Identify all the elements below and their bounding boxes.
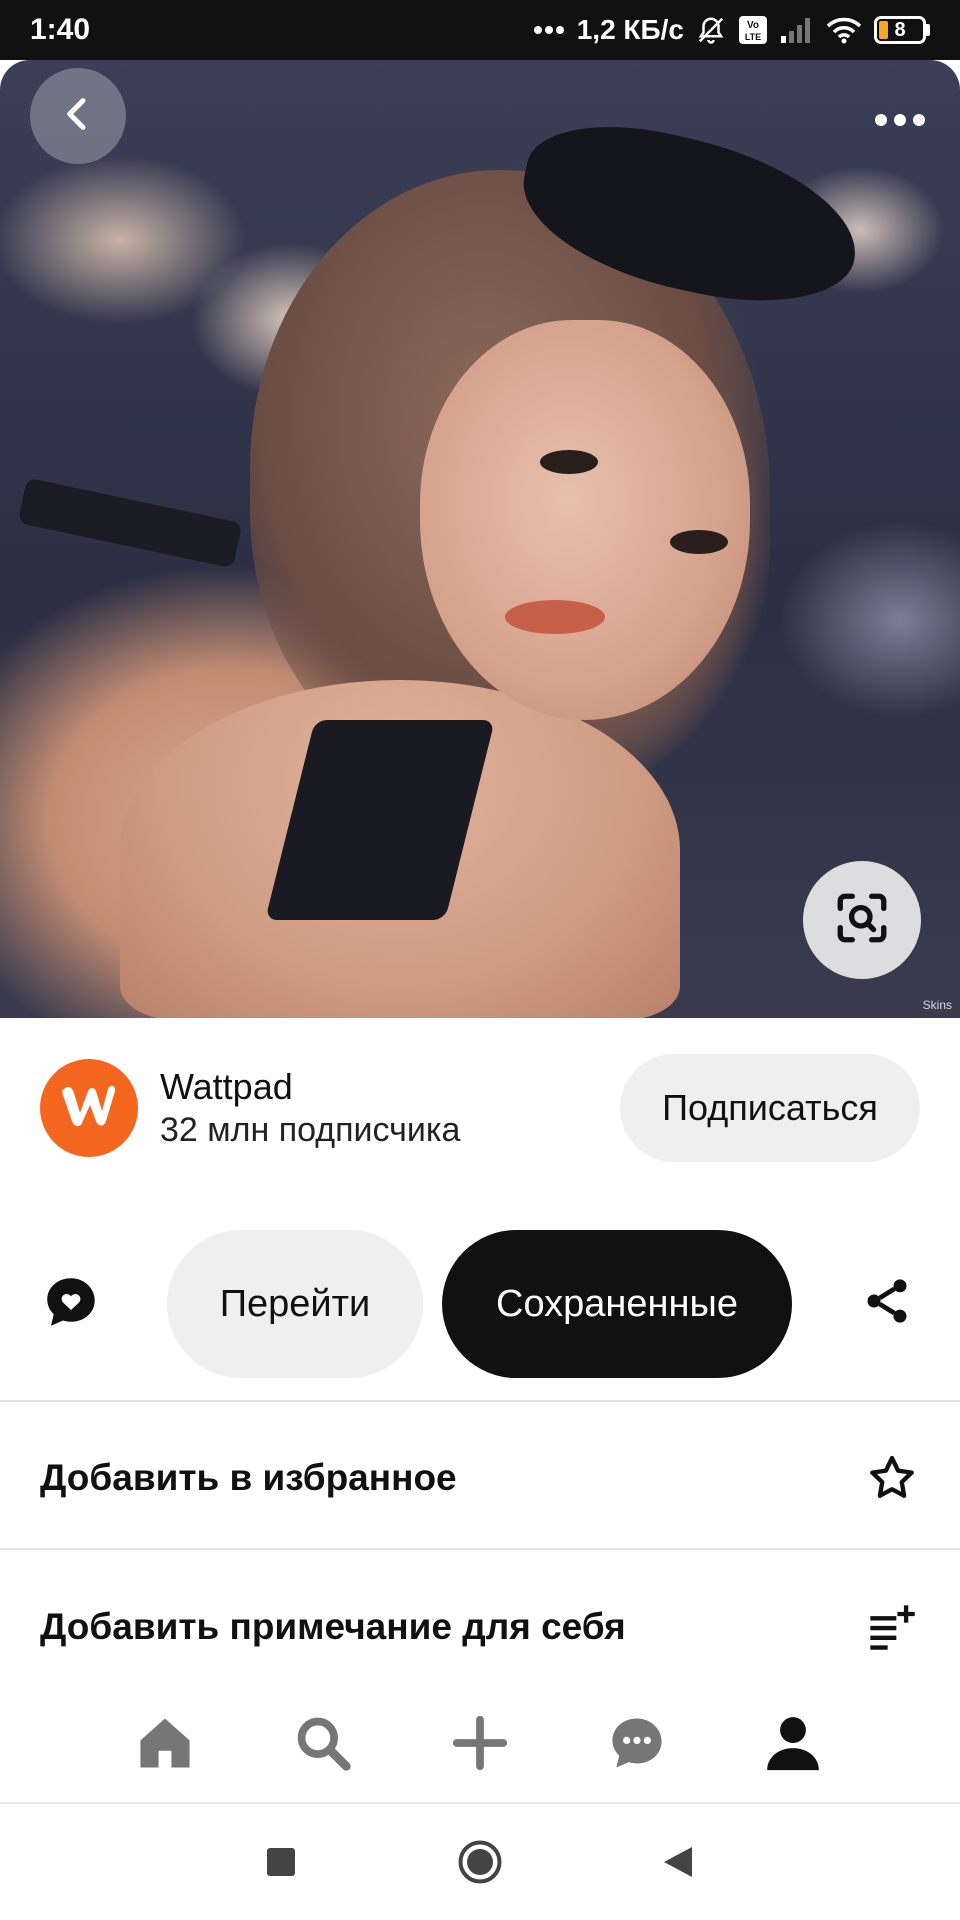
saved-button[interactable]: Сохраненные	[442, 1230, 792, 1378]
action-row: Перейти Сохраненные	[0, 1227, 960, 1378]
bell-off-icon	[696, 15, 726, 45]
visit-button[interactable]: Перейти	[167, 1230, 423, 1378]
system-navigation-bar	[0, 1804, 960, 1920]
status-bar: 1:40 1,2 КБ/с Vo LTE 8	[0, 0, 960, 60]
creator-avatar[interactable]	[40, 1058, 138, 1157]
system-back-button[interactable]	[648, 1834, 708, 1894]
nav-messages[interactable]	[602, 1710, 672, 1780]
image-eye-shape	[540, 450, 598, 474]
image-strap-shape	[17, 477, 243, 569]
plus-icon	[449, 1712, 511, 1779]
svg-text:LTE: LTE	[745, 32, 761, 42]
wifi-icon	[826, 16, 862, 44]
add-to-favorites-row[interactable]: Добавить в избранное	[0, 1423, 960, 1533]
add-note-row[interactable]: Добавить примечание для себя	[0, 1572, 960, 1682]
follow-button[interactable]: Подписаться	[620, 1053, 920, 1162]
add-note-icon	[864, 1599, 920, 1655]
recents-icon	[266, 1847, 296, 1882]
home-circle-icon	[457, 1839, 503, 1890]
battery-level: 8	[894, 18, 906, 41]
add-to-favorites-label: Добавить в избранное	[40, 1457, 457, 1498]
nav-profile[interactable]	[758, 1710, 828, 1780]
divider	[0, 1548, 960, 1550]
creator-name[interactable]: Wattpad	[160, 1065, 460, 1109]
messages-icon	[606, 1712, 668, 1779]
comment-heart-icon	[41, 1272, 101, 1337]
volte-icon: Vo LTE	[738, 15, 768, 45]
battery-icon: 8	[874, 16, 930, 44]
system-home-button[interactable]	[450, 1834, 510, 1894]
image-face-shape	[420, 320, 750, 720]
nav-create[interactable]	[445, 1710, 515, 1780]
nav-search[interactable]	[288, 1710, 358, 1780]
creator-row: Wattpad 32 млн подписчика Подписаться	[0, 1050, 960, 1165]
svg-text:Vo: Vo	[747, 20, 759, 31]
image-lips-shape	[505, 600, 605, 634]
share-button[interactable]	[858, 1274, 916, 1332]
network-speed: 1,2 КБ/с	[576, 14, 684, 45]
search-icon	[292, 1712, 354, 1779]
more-options-button[interactable]	[872, 106, 928, 138]
share-icon	[861, 1275, 913, 1332]
pin-image[interactable]: Skins	[0, 60, 960, 1018]
image-watermark: Skins	[922, 998, 952, 1012]
dots-icon	[533, 25, 565, 35]
bottom-navigation	[0, 1700, 960, 1790]
back-button[interactable]	[30, 68, 126, 164]
more-dots-icon	[874, 113, 926, 132]
star-icon	[864, 1450, 920, 1506]
recents-button[interactable]	[251, 1834, 311, 1894]
back-arrow-icon	[58, 94, 98, 139]
creator-info: Wattpad 32 млн подписчика	[160, 1065, 460, 1151]
wattpad-logo-icon	[58, 1079, 120, 1136]
visual-search-icon	[833, 889, 891, 952]
back-triangle-icon	[662, 1845, 694, 1884]
add-note-label: Добавить примечание для себя	[40, 1606, 626, 1647]
divider	[0, 1400, 960, 1402]
pin-detail-screen: 1:40 1,2 КБ/с Vo LTE 8 Skins Wattpad 32 …	[0, 0, 960, 1920]
follower-count: 32 млн подписчика	[160, 1110, 461, 1149]
comment-button[interactable]	[38, 1271, 104, 1337]
status-time: 1:40	[30, 13, 91, 46]
home-icon	[134, 1712, 196, 1779]
signal-icon	[780, 16, 814, 44]
image-eye-shape	[670, 530, 728, 554]
profile-icon	[762, 1712, 824, 1779]
visual-search-button[interactable]	[803, 861, 921, 979]
nav-home[interactable]	[130, 1710, 200, 1780]
status-icons: 1,2 КБ/с Vo LTE 8	[533, 14, 930, 46]
